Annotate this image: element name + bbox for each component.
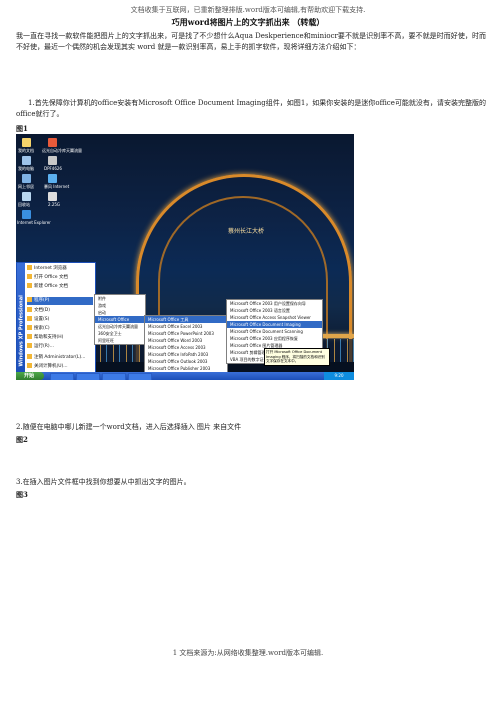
- my-computer-icon[interactable]: [22, 156, 31, 165]
- submenu-item[interactable]: Microsoft Office Publisher 2003: [145, 365, 227, 372]
- page-title: 巧用word将图片上的文字抓出来 （转载）: [171, 17, 325, 27]
- desktop-label: DPF4626: [44, 166, 62, 171]
- submenu-item[interactable]: 游戏: [95, 302, 145, 309]
- step3-paragraph: 3.在插入图片文件框中找到你想要从中抓出文字的图片。: [16, 478, 191, 486]
- intro-paragraph: 我一直在寻找一款软件能把图片上的文字抓出来，可是找了不少想什么Aqua Desk…: [16, 32, 486, 51]
- submenu-item[interactable]: Microsoft Office Excel 2003: [145, 323, 227, 330]
- logoff-icon: [27, 354, 32, 359]
- start-menu-item[interactable]: 注销 Administrator(L)...: [27, 354, 85, 362]
- system-tray-clock[interactable]: 9:20: [324, 372, 354, 380]
- start-menu-item[interactable]: 新建 Office 文档: [27, 283, 68, 291]
- folder-icon: [27, 307, 32, 312]
- submenu-item[interactable]: Microsoft Office Document Scanning: [227, 328, 322, 335]
- tooltip: 打开 Microsoft Office Document Imaging 程序，…: [264, 348, 330, 366]
- submenu-item-document-imaging[interactable]: Microsoft Office Document Imaging: [227, 321, 322, 328]
- submenu-item[interactable]: 阿里旺旺: [95, 337, 145, 344]
- start-menu-item[interactable]: Internet 浏览器: [27, 265, 67, 273]
- header-note: 文档收集于互联网，已重新整理排版.word版本可编辑,有帮助欢迎下载支持.: [130, 6, 366, 14]
- start-menu: Windows XP Professional Internet 浏览器 打开 …: [16, 262, 96, 374]
- desktop-label: 远光自动冷库天翼流量: [42, 148, 82, 153]
- network-places-icon[interactable]: [22, 174, 31, 183]
- submenu-item[interactable]: Microsoft Office Access 2003: [145, 344, 227, 351]
- taskbar-button[interactable]: [102, 373, 126, 380]
- bridge-sign: 蔡州长江大桥: [227, 228, 264, 235]
- start-menu-item[interactable]: 搜索(C): [27, 325, 50, 333]
- gear-icon: [27, 316, 32, 321]
- help-icon: [27, 334, 32, 339]
- submenu-item[interactable]: 360安全卫士: [95, 330, 145, 337]
- desktop-label: 我的电脑: [18, 166, 34, 171]
- run-icon: [27, 343, 32, 348]
- start-menu-item[interactable]: 运行(R)...: [27, 343, 54, 351]
- app-icon: [27, 283, 32, 288]
- app-shortcut-icon[interactable]: [48, 138, 57, 147]
- taskbar-button[interactable]: [50, 373, 74, 380]
- submenu-item[interactable]: Microsoft Office 2003 用户设置保存向导: [227, 300, 322, 307]
- step1-paragraph: 1.首先保障你计算机的office安装有Microsoft Office Doc…: [16, 99, 486, 118]
- desktop-label: 我的文档: [18, 148, 34, 153]
- submenu-item[interactable]: Microsoft Office Access Snapshot Viewer: [227, 314, 322, 321]
- figure2-label: 图2: [16, 435, 28, 444]
- start-menu-item-programs[interactable]: 程序(P): [27, 297, 93, 305]
- submenu-item-office-tools[interactable]: Microsoft Office 工具: [145, 316, 227, 323]
- desktop-label: 暴风 Internet: [44, 184, 70, 189]
- drive-icon[interactable]: [48, 192, 57, 201]
- office-submenu: Microsoft Office 工具 Microsoft Office Exc…: [144, 315, 228, 373]
- internet-explorer-icon[interactable]: [22, 210, 31, 219]
- my-documents-icon[interactable]: [22, 138, 31, 147]
- search-icon: [27, 325, 32, 330]
- taskbar: 开始 9:20: [16, 372, 354, 380]
- step2-paragraph: 2.随便在电脑中哪儿新建一个word文档，进入后选择插入 图片 来自文件: [16, 423, 242, 431]
- desktop-label: 网上邻居: [18, 184, 34, 189]
- start-menu-item[interactable]: 设置(S): [27, 316, 49, 324]
- start-menu-item[interactable]: 帮助和支持(H): [27, 334, 63, 342]
- folder-icon: [27, 297, 32, 302]
- submenu-item[interactable]: Microsoft Office PowerPoint 2003: [145, 330, 227, 337]
- figure1-label: 图1: [16, 124, 28, 133]
- start-menu-item[interactable]: 打开 Office 文档: [27, 274, 68, 282]
- desktop-label: 2.25G: [48, 202, 61, 207]
- desktop-label: 回收站: [18, 202, 30, 207]
- submenu-item[interactable]: Microsoft Office 2003 应用程序恢复: [227, 335, 322, 342]
- start-button[interactable]: 开始: [16, 372, 44, 380]
- power-icon: [27, 363, 32, 368]
- figure3-label: 图3: [16, 490, 28, 499]
- submenu-item[interactable]: Microsoft Office 2003 语言设置: [227, 307, 322, 314]
- submenu-item[interactable]: Microsoft Office InfoPath 2003: [145, 351, 227, 358]
- player-icon[interactable]: [48, 174, 57, 183]
- taskbar-button[interactable]: [128, 373, 152, 380]
- submenu-item-office[interactable]: Microsoft Office: [95, 316, 145, 323]
- app-icon: [27, 265, 32, 270]
- programs-submenu: 附件 游戏 启动 Microsoft Office 远光自动冷库天翼流量 360…: [94, 294, 146, 345]
- app-icon: [27, 274, 32, 279]
- submenu-item[interactable]: Microsoft Office Word 2003: [145, 337, 227, 344]
- taskbar-button[interactable]: [76, 373, 100, 380]
- desktop-label: Internet Explorer: [17, 220, 51, 225]
- submenu-item[interactable]: 附件: [95, 295, 145, 302]
- footer-note: 1 文档来源为:从网络收集整理.word版本可编辑.: [172, 649, 324, 657]
- recycle-bin-icon[interactable]: [22, 192, 31, 201]
- start-menu-banner: Windows XP Professional: [17, 263, 25, 373]
- start-menu-item[interactable]: 文档(D): [27, 307, 50, 315]
- file-icon[interactable]: [48, 156, 57, 165]
- submenu-item[interactable]: 启动: [95, 309, 145, 316]
- submenu-item[interactable]: 远光自动冷库天翼流量: [95, 323, 145, 330]
- submenu-item[interactable]: Microsoft Office Outlook 2003: [145, 358, 227, 365]
- start-menu-item[interactable]: 关闭计算机(U)...: [27, 363, 68, 371]
- start-menu-screenshot: 蔡州长江大桥 我的文档 我的电脑 网上邻居 回收站 Internet Explo…: [16, 134, 354, 380]
